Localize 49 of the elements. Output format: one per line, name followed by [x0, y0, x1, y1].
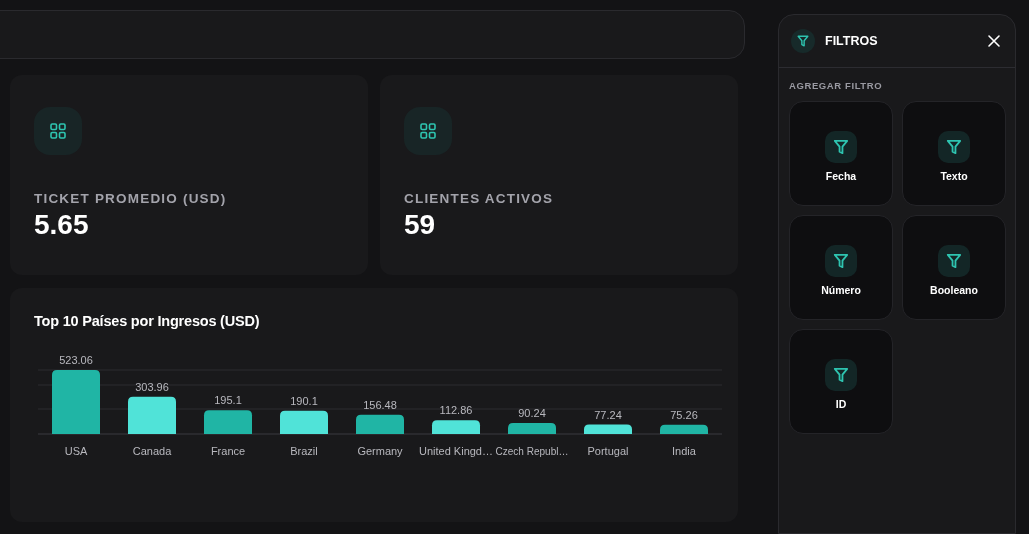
category-label: United Kingd… [419, 445, 493, 457]
filter-icon [796, 34, 810, 48]
value-label: 90.24 [518, 406, 546, 419]
bar [128, 396, 176, 434]
grid-icon [48, 121, 68, 141]
kpi-label: CLIENTES ACTIVOS [404, 191, 554, 206]
bar [52, 370, 100, 434]
category-label: Brazil [290, 445, 318, 457]
value-label: 523.06 [59, 354, 93, 366]
close-icon [987, 34, 1001, 48]
category-label: France [210, 445, 246, 457]
grid-icon [418, 121, 438, 141]
category-label: Czech Republ… [495, 445, 576, 457]
value-label: 156.48 [363, 398, 397, 411]
filter-icon [945, 252, 963, 270]
filter-icon [945, 138, 963, 156]
bar [280, 410, 328, 434]
filter-type-button[interactable]: Texto [902, 101, 1006, 206]
filter-type-button[interactable]: Fecha [789, 101, 893, 206]
filter-icon [832, 138, 850, 156]
category-label: India [672, 445, 696, 457]
panel-title: FILTROS [825, 34, 879, 48]
filter-type-button[interactable]: ID [789, 329, 893, 434]
bar [356, 414, 404, 434]
bar [508, 422, 556, 434]
value-label: 112.86 [439, 404, 473, 417]
filter-icon [832, 252, 850, 270]
kpi-label: TICKET PROMEDIO (USD) [34, 191, 227, 206]
category-label: Canada [132, 445, 172, 457]
kpi-value: 59 [404, 209, 437, 241]
chart-title: Top 10 Países por Ingresos (USD) [34, 313, 260, 329]
value-label: 303.96 [135, 380, 169, 393]
value-label: 190.1 [290, 394, 318, 407]
filter-type-button[interactable]: Número [789, 215, 893, 320]
category-label: Portugal [587, 445, 629, 457]
close-button[interactable] [985, 32, 1003, 50]
filter-type-button[interactable]: Booleano [902, 215, 1006, 320]
section-label: AGREGAR FILTRO [789, 80, 883, 91]
bar [204, 410, 252, 434]
value-label: 77.24 [594, 408, 622, 421]
kpi-value: 5.65 [34, 209, 90, 241]
value-label: 75.26 [670, 408, 698, 421]
value-label: 195.1 [214, 394, 242, 407]
bar [584, 424, 632, 434]
category-label: Germany [357, 445, 403, 457]
bar [660, 424, 708, 434]
bar [432, 420, 480, 434]
filter-icon [832, 366, 850, 384]
category-label: USA [64, 445, 88, 457]
